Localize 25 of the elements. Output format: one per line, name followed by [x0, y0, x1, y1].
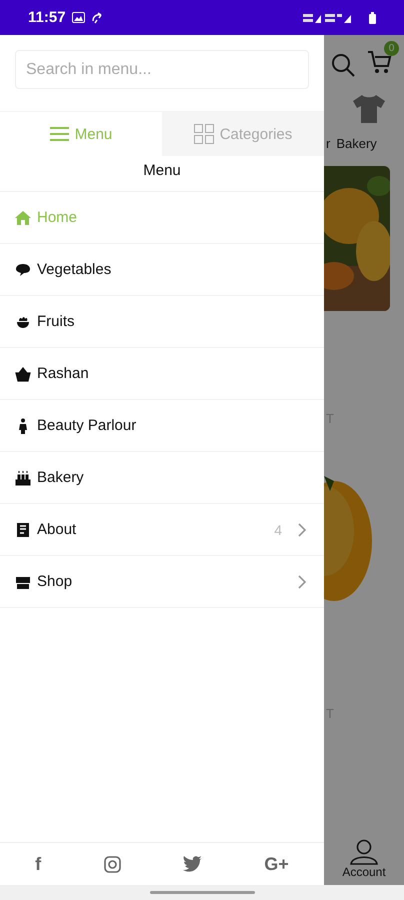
battery-icon — [369, 12, 376, 24]
shirt-icon — [352, 94, 386, 124]
home-icon — [15, 210, 31, 226]
cake-icon — [15, 470, 31, 486]
gesture-handle[interactable] — [150, 891, 254, 894]
instagram-icon[interactable] — [104, 856, 121, 872]
clock-time: 11:57 — [28, 9, 66, 26]
speech-bubble-icon — [15, 262, 31, 278]
category-label: r — [326, 136, 330, 151]
sync-icon — [90, 12, 103, 24]
search-icon[interactable] — [331, 52, 355, 76]
category-label: Bakery — [336, 136, 377, 151]
user-icon[interactable] — [350, 839, 378, 865]
twitter-icon[interactable] — [182, 856, 202, 872]
social-link[interactable]: f — [35, 854, 42, 874]
gallery-icon — [72, 12, 85, 23]
cart-icon[interactable] — [367, 49, 393, 75]
book-icon — [15, 522, 31, 538]
grid-icon — [194, 124, 214, 144]
search-field[interactable]: Search in menu... — [15, 50, 309, 89]
nav-label[interactable]: Account — [342, 865, 386, 879]
social-link[interactable]: G+ — [264, 854, 289, 874]
cart-count: 0 — [384, 41, 399, 56]
item-count: 4 — [274, 522, 282, 538]
menu-icon — [50, 126, 69, 142]
